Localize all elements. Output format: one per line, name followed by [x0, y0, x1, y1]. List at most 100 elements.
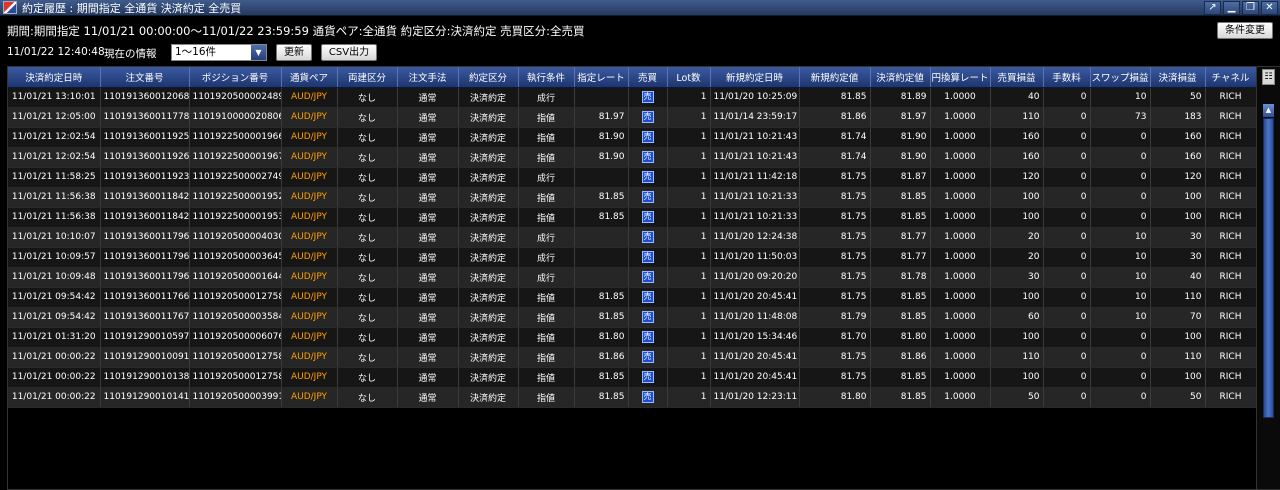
- close-button[interactable]: ✕: [1261, 1, 1278, 15]
- sell-badge: 売: [641, 311, 654, 323]
- column-header[interactable]: 手数料: [1043, 67, 1091, 88]
- table-cell: 成行: [518, 267, 575, 288]
- table-cell: 81.75: [799, 347, 871, 368]
- sell-badge: 売: [641, 151, 654, 163]
- column-header[interactable]: 決済約定値: [870, 67, 931, 88]
- table-row[interactable]: 11/01/21 13:10:01 1101913600120685 1101920…: [8, 87, 1256, 108]
- table-cell: 売: [628, 267, 668, 288]
- table-cell: 11/01/20 15:34:46: [710, 327, 800, 348]
- sell-badge: 売: [641, 131, 654, 143]
- column-header[interactable]: 円換算レート: [930, 67, 991, 88]
- column-header[interactable]: 両建区分: [337, 67, 398, 88]
- table-cell: RICH: [1205, 387, 1256, 408]
- table-row[interactable]: 11/01/21 01:31:20 1101912900105973 1101920…: [8, 327, 1256, 348]
- column-header[interactable]: 新規約定日時: [710, 67, 800, 88]
- sell-badge: 売: [641, 371, 654, 383]
- column-picker-icon[interactable]: ☷: [1262, 69, 1275, 85]
- table-cell: AUD/JPY: [281, 327, 338, 348]
- trade-history-panel: 期間:期間指定 11/01/21 00:00:00～11/01/22 23:59…: [0, 16, 1280, 490]
- table-cell: 10: [1090, 287, 1151, 308]
- sell-badge: 売: [641, 211, 654, 223]
- column-header[interactable]: 通貨ペア: [281, 67, 338, 88]
- table-cell: 1: [667, 267, 711, 288]
- vertical-scrollbar[interactable]: ☷ ▲: [1256, 67, 1280, 489]
- table-row[interactable]: 11/01/21 10:09:48 1101913600117960 1101920…: [8, 267, 1256, 288]
- table-cell: 1: [667, 287, 711, 308]
- column-header[interactable]: 決済約定日時: [8, 67, 101, 88]
- table-cell: 81.85: [574, 307, 629, 328]
- table-cell: 50: [1150, 387, 1206, 408]
- table-cell: 決済約定: [458, 367, 519, 388]
- table-cell: 1: [667, 167, 711, 188]
- table-row[interactable]: 11/01/21 00:00:22 1101912900101382 1101920…: [8, 367, 1256, 388]
- table-cell: 0: [1043, 387, 1091, 408]
- column-header[interactable]: ポジション番号: [189, 67, 282, 88]
- column-header[interactable]: 注文番号: [100, 67, 190, 88]
- table-cell: 0: [1043, 367, 1091, 388]
- table-row[interactable]: 11/01/21 00:00:22 1101912900100914 1101920…: [8, 347, 1256, 368]
- table-row[interactable]: 11/01/21 09:54:42 1101913600117666 1101920…: [8, 287, 1256, 308]
- table-cell: RICH: [1205, 327, 1256, 348]
- table-row[interactable]: 11/01/21 00:00:22 1101912900101419 1101920…: [8, 387, 1256, 408]
- table-cell: AUD/JPY: [281, 107, 338, 128]
- table-row[interactable]: 11/01/21 12:02:54 1101913600119266 1101922…: [8, 147, 1256, 168]
- table-row[interactable]: 11/01/21 11:58:25 1101913600119239 1101922…: [8, 167, 1256, 188]
- table-row[interactable]: 11/01/21 10:10:07 1101913600117967 1101920…: [8, 227, 1256, 248]
- table-row[interactable]: 11/01/21 11:56:38 1101913600118429 1101922…: [8, 207, 1256, 228]
- table-cell: 1.0000: [930, 187, 991, 208]
- table-cell: 決済約定: [458, 347, 519, 368]
- column-header[interactable]: 新規約定値: [799, 67, 871, 88]
- table-row[interactable]: 11/01/21 11:56:38 1101913600118426 1101922…: [8, 187, 1256, 208]
- column-header[interactable]: 指定レート: [574, 67, 629, 88]
- table-cell: 1101922500001967: [189, 147, 282, 168]
- table-row[interactable]: 11/01/21 10:09:57 1101913600117964 1101920…: [8, 247, 1256, 268]
- table-cell: 81.90: [574, 127, 629, 148]
- change-conditions-button[interactable]: 条件変更: [1217, 22, 1273, 39]
- undock-button[interactable]: ↗: [1204, 1, 1221, 15]
- table-row[interactable]: 11/01/21 12:05:00 1101913600117789 1101910…: [8, 107, 1256, 128]
- table-cell: なし: [337, 387, 398, 408]
- column-header[interactable]: 約定区分: [458, 67, 519, 88]
- refresh-button[interactable]: 更新: [276, 44, 312, 61]
- scroll-up-arrow-icon[interactable]: ▲: [1263, 104, 1274, 117]
- column-header[interactable]: 売買: [628, 67, 668, 88]
- column-header[interactable]: チャネル: [1205, 67, 1256, 88]
- table-cell: 81.75: [799, 207, 871, 228]
- table-cell: 11/01/20 20:45:41: [710, 367, 800, 388]
- minimize-button[interactable]: ▁: [1223, 1, 1240, 15]
- table-cell: 100: [1150, 367, 1206, 388]
- record-range-select[interactable]: 1～16件 ▼: [171, 44, 267, 61]
- csv-export-button[interactable]: CSV出力: [321, 44, 377, 61]
- scroll-thumb[interactable]: [1263, 118, 1274, 418]
- table-row[interactable]: 11/01/21 09:54:42 1101913600117677 1101920…: [8, 307, 1256, 328]
- table-cell: 指値: [518, 387, 575, 408]
- column-header[interactable]: 売買損益: [990, 67, 1044, 88]
- table-cell: 決済約定: [458, 127, 519, 148]
- title-bar: 約定履歴 : 期間指定 全通貨 決済約定 全売買 ↗ ▁ ❐ ✕: [0, 0, 1280, 16]
- column-header[interactable]: 執行条件: [518, 67, 575, 88]
- table-cell: [574, 227, 629, 248]
- table-cell: 0: [1043, 127, 1091, 148]
- table-cell: 通常: [397, 87, 459, 108]
- table-cell: 1101922500001966: [189, 127, 282, 148]
- column-header[interactable]: スワップ損益: [1090, 67, 1151, 88]
- table-cell: なし: [337, 107, 398, 128]
- table-cell: AUD/JPY: [281, 127, 338, 148]
- table-cell: 10: [1090, 267, 1151, 288]
- table-cell: 0: [1090, 367, 1151, 388]
- table-row[interactable]: 11/01/21 12:02:54 1101913600119254 1101922…: [8, 127, 1256, 148]
- column-header[interactable]: 決済損益: [1150, 67, 1206, 88]
- table-cell: 81.86: [799, 107, 871, 128]
- table-cell: 売: [628, 207, 668, 228]
- column-header[interactable]: Lot数: [667, 67, 711, 88]
- column-header[interactable]: 注文手法: [397, 67, 459, 88]
- maximize-button[interactable]: ❐: [1242, 1, 1259, 15]
- table-cell: 1101913600118429: [100, 207, 190, 228]
- table-cell: 81.80: [799, 387, 871, 408]
- chevron-down-icon[interactable]: ▼: [251, 45, 266, 60]
- table-cell: 11/01/20 12:23:11: [710, 387, 800, 408]
- table-cell: RICH: [1205, 187, 1256, 208]
- table-cell: 81.74: [799, 147, 871, 168]
- table-cell: 110: [1150, 347, 1206, 368]
- table-cell: 81.75: [799, 267, 871, 288]
